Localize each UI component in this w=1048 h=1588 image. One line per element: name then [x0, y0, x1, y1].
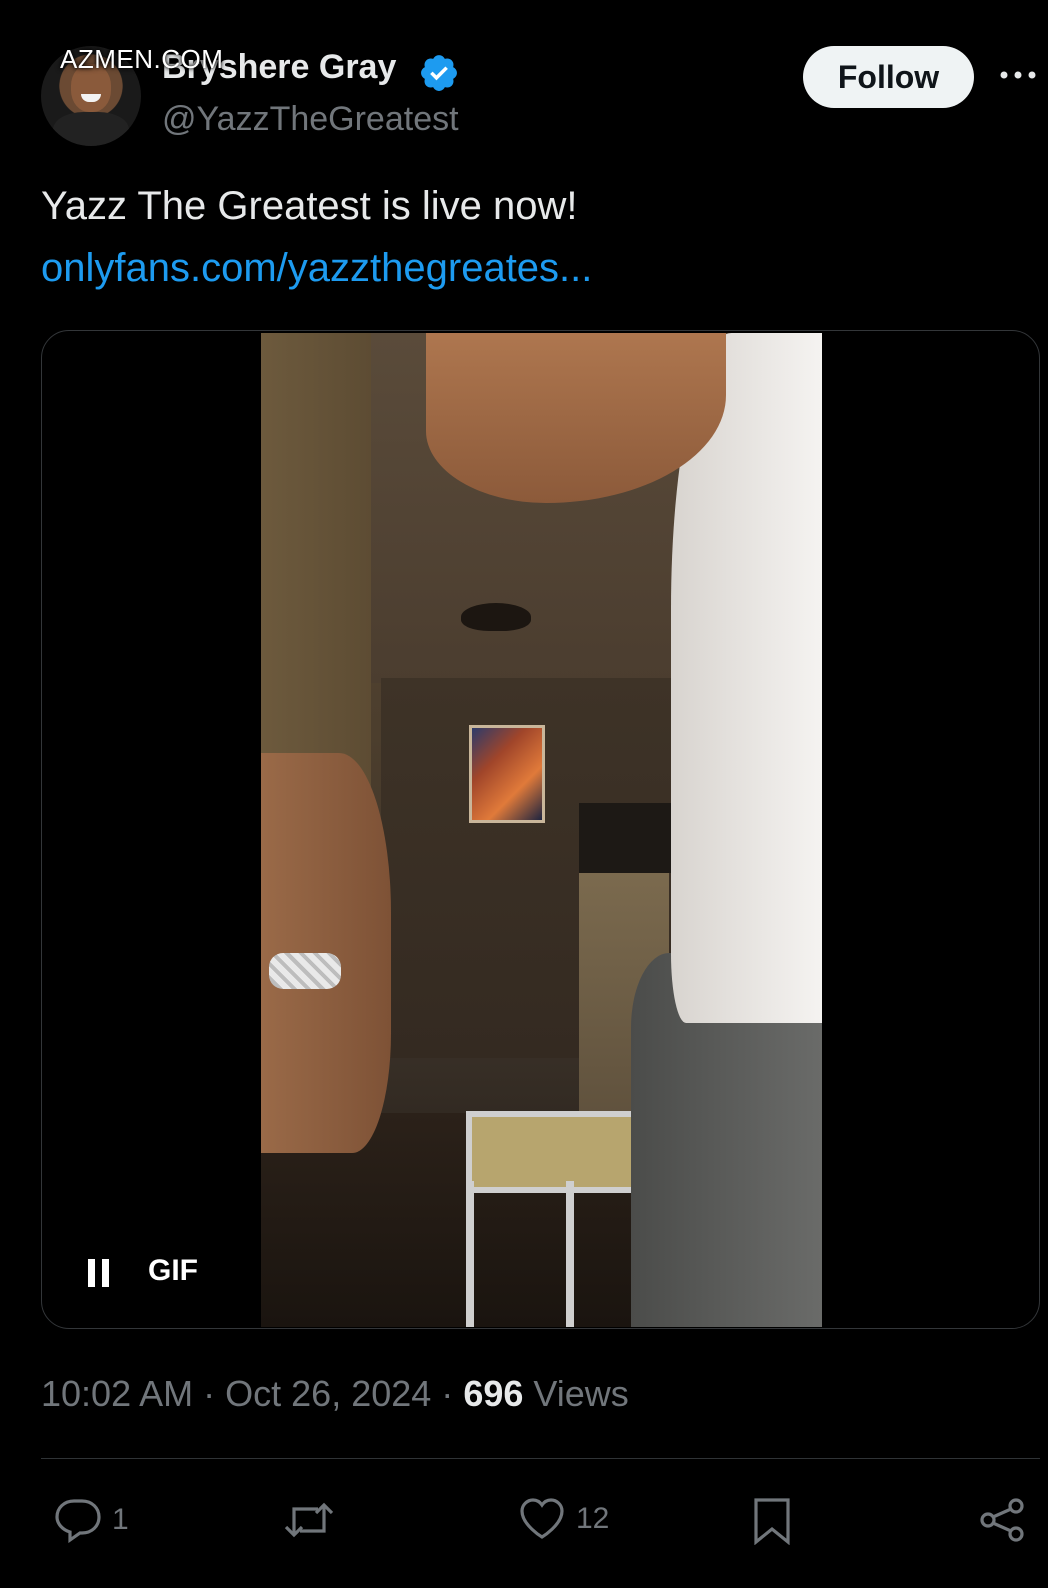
tweet-text: Yazz The Greatest is live now!: [41, 184, 578, 228]
meta-separator: ·: [441, 1373, 454, 1414]
more-dots-icon[interactable]: [998, 66, 1038, 84]
views-count: 696: [463, 1373, 524, 1414]
gif-badge: GIF: [148, 1254, 198, 1287]
tweet-time[interactable]: 10:02 AM: [41, 1373, 193, 1414]
like-icon: [520, 1498, 564, 1539]
views-label: Views: [533, 1373, 629, 1414]
bookmark-button[interactable]: [752, 1497, 792, 1545]
verified-badge-icon: [421, 55, 457, 91]
retweet-button[interactable]: [282, 1497, 346, 1543]
tweet-link[interactable]: onlyfans.com/yazzthegreates...: [41, 246, 592, 291]
share-button[interactable]: [978, 1497, 1026, 1543]
like-button[interactable]: 12: [518, 1497, 609, 1541]
follow-button[interactable]: Follow: [803, 46, 974, 108]
pause-icon[interactable]: [88, 1259, 110, 1287]
reply-icon: [55, 1499, 101, 1543]
reply-button[interactable]: 1: [54, 1497, 129, 1543]
bookmark-icon: [754, 1498, 790, 1545]
share-icon: [980, 1498, 1024, 1542]
watermark: AZMEN.COM: [60, 44, 224, 74]
media-card[interactable]: [41, 330, 1040, 1329]
gif-video[interactable]: [261, 333, 822, 1327]
tweet-date[interactable]: Oct 26, 2024: [225, 1373, 431, 1414]
meta-separator: ·: [203, 1373, 216, 1414]
like-count: 12: [576, 1502, 610, 1535]
author-handle[interactable]: @YazzTheGreatest: [162, 100, 459, 139]
tweet-meta: 10:02 AM · Oct 26, 2024 · 696 Views: [41, 1373, 629, 1415]
divider: [41, 1458, 1040, 1459]
reply-count: 1: [112, 1503, 129, 1536]
retweet-icon: [284, 1502, 334, 1538]
